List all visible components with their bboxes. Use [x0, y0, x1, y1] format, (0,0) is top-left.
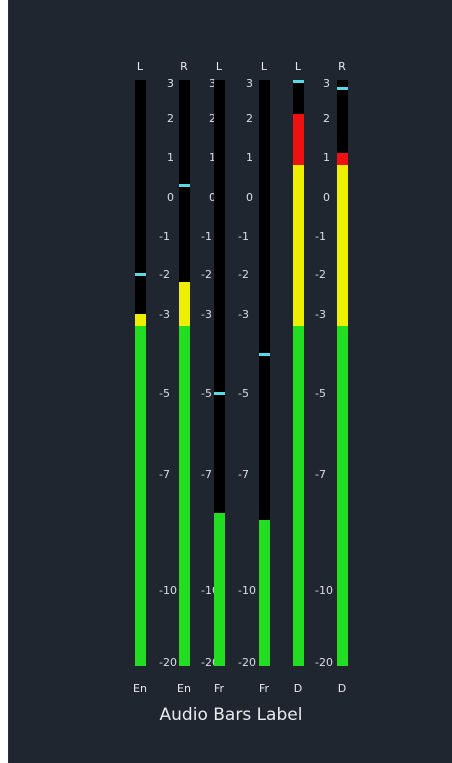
language-label: D — [293, 682, 303, 695]
peak-hold-marker — [259, 352, 270, 356]
audio-level-meter — [135, 80, 146, 666]
scale-tick-label: 1 — [323, 151, 330, 164]
level-green-segment — [214, 512, 225, 666]
scale-tick-label: -2 — [201, 268, 212, 281]
language-label: D — [337, 682, 347, 695]
scale-tick-label: -1 — [315, 230, 326, 243]
scale-tick-label: -1 — [159, 230, 170, 243]
channel-label: L — [136, 60, 144, 73]
scale-tick-label: -20 — [238, 656, 256, 669]
peak-hold-marker — [293, 80, 304, 83]
scale-tick-label: 0 — [323, 191, 330, 204]
level-yellow-segment — [337, 165, 348, 326]
scale-tick-label: -3 — [238, 308, 249, 321]
level-green-segment — [179, 325, 190, 666]
scale-tick-label: -5 — [238, 387, 249, 400]
level-red-segment — [293, 114, 304, 165]
scale-tick-label: 0 — [167, 191, 174, 204]
scale-tick-label: -2 — [315, 268, 326, 281]
scale-tick-label: 2 — [323, 112, 330, 125]
scale-tick-label: -1 — [201, 230, 212, 243]
scale-tick-label: 2 — [246, 112, 253, 125]
scale-tick-label: -5 — [201, 387, 212, 400]
level-green-segment — [135, 325, 146, 666]
scale-tick-label: -2 — [159, 268, 170, 281]
scale-tick-label: -3 — [159, 308, 170, 321]
peak-hold-marker — [214, 392, 225, 395]
language-label: En — [133, 682, 147, 695]
level-yellow-segment — [135, 314, 146, 326]
scale-tick-label: -5 — [315, 387, 326, 400]
scale-tick-label: 3 — [167, 77, 174, 90]
scale-tick-label: -3 — [201, 308, 212, 321]
scale-tick-label: -7 — [159, 468, 170, 481]
language-label: En — [177, 682, 191, 695]
scale-tick-label: 2 — [167, 112, 174, 125]
scale-tick-label: 3 — [323, 77, 330, 90]
panel-title: Audio Bars Label — [159, 705, 303, 725]
peak-hold-marker — [135, 273, 146, 276]
channel-label: R — [338, 60, 346, 73]
scale-tick-label: 1 — [167, 151, 174, 164]
level-yellow-segment — [179, 282, 190, 326]
scale-tick-label: -20 — [159, 656, 177, 669]
peak-hold-marker — [179, 184, 190, 187]
level-green-segment — [337, 325, 348, 666]
peak-hold-marker — [337, 86, 348, 90]
level-green-segment — [293, 325, 304, 666]
audio-meter-panel: L 3 2 1 0 -1 -2 -3 -5 -7 -10 -20 En R 3 2 1 0 -1 -2 -3 -5 -7 -1… — [8, 0, 452, 763]
language-label: Fr — [213, 682, 225, 695]
level-green-segment — [259, 520, 270, 666]
scale-tick-label: -20 — [315, 656, 333, 669]
audio-level-meter — [259, 80, 270, 666]
channel-label: L — [215, 60, 223, 73]
channel-label: R — [180, 60, 188, 73]
scale-tick-label: -10 — [159, 584, 177, 597]
level-yellow-segment — [293, 165, 304, 326]
scale-tick-label: -10 — [238, 584, 256, 597]
scale-tick-label: 3 — [246, 77, 253, 90]
scale-tick-label: -3 — [315, 308, 326, 321]
level-red-segment — [337, 153, 348, 165]
scale-tick-label: -5 — [159, 387, 170, 400]
scale-tick-label: -2 — [238, 268, 249, 281]
scale-tick-label: -1 — [238, 230, 249, 243]
scale-tick-label: 0 — [246, 191, 253, 204]
scale-tick-label: -7 — [201, 468, 212, 481]
audio-level-meter — [337, 80, 348, 666]
channel-label: L — [260, 60, 268, 73]
scale-tick-label: 1 — [246, 151, 253, 164]
channel-label: L — [294, 60, 302, 73]
scale-tick-label: -10 — [315, 584, 333, 597]
audio-level-meter — [179, 80, 190, 666]
scale-tick-label: -7 — [315, 468, 326, 481]
scale-tick-label: -7 — [238, 468, 249, 481]
language-label: Fr — [258, 682, 270, 695]
audio-level-meter — [293, 80, 304, 666]
audio-level-meter — [214, 80, 225, 666]
